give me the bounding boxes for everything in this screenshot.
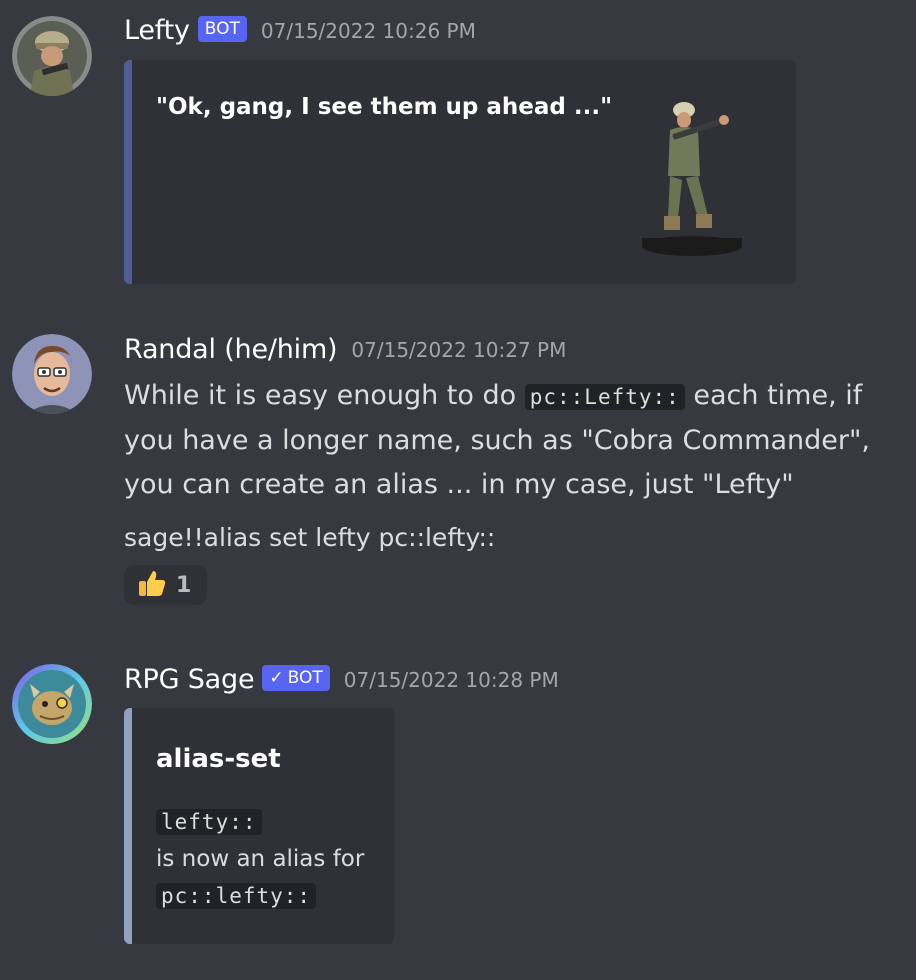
- alias-code: lefty::: [156, 809, 262, 835]
- inline-code: pc::Lefty::: [524, 384, 685, 410]
- checkmark-icon: ✓: [269, 668, 284, 688]
- verified-bot-tag: ✓ BOT: [262, 665, 330, 691]
- quote-embed: "Ok, gang, I see them up ahead ...": [124, 60, 796, 284]
- embed-body: lefty:: is now an alias for pc::lefty::: [156, 809, 365, 909]
- timestamp: 07/15/2022 10:26 PM: [260, 19, 476, 43]
- embed-title: alias-set: [156, 744, 281, 774]
- alias-embed: alias-set lefty:: is now an alias for pc…: [124, 708, 394, 944]
- bot-tag: BOT: [197, 16, 247, 42]
- thumbs-up-icon: [136, 567, 168, 603]
- target-code: pc::lefty::: [156, 883, 317, 909]
- timestamp: 07/15/2022 10:28 PM: [343, 668, 559, 692]
- reaction-thumbs-up[interactable]: 1: [124, 565, 208, 605]
- author-name[interactable]: RPG Sage: [124, 664, 255, 695]
- author-name[interactable]: Randal (he/him): [124, 334, 338, 365]
- embed-thumbnail[interactable]: [632, 98, 752, 258]
- command-line: sage!!alias set lefty pc::lefty::: [124, 523, 496, 552]
- author-name[interactable]: Lefty: [124, 15, 190, 46]
- lefty-avatar[interactable]: [12, 16, 92, 96]
- message-content: While it is easy enough to do pc::Lefty:…: [124, 380, 871, 500]
- reaction-count: 1: [176, 572, 192, 598]
- randal-avatar[interactable]: [12, 334, 92, 414]
- embed-quote: "Ok, gang, I see them up ahead ...": [156, 94, 613, 120]
- timestamp: 07/15/2022 10:27 PM: [351, 338, 567, 362]
- rpg-sage-avatar[interactable]: [12, 664, 92, 744]
